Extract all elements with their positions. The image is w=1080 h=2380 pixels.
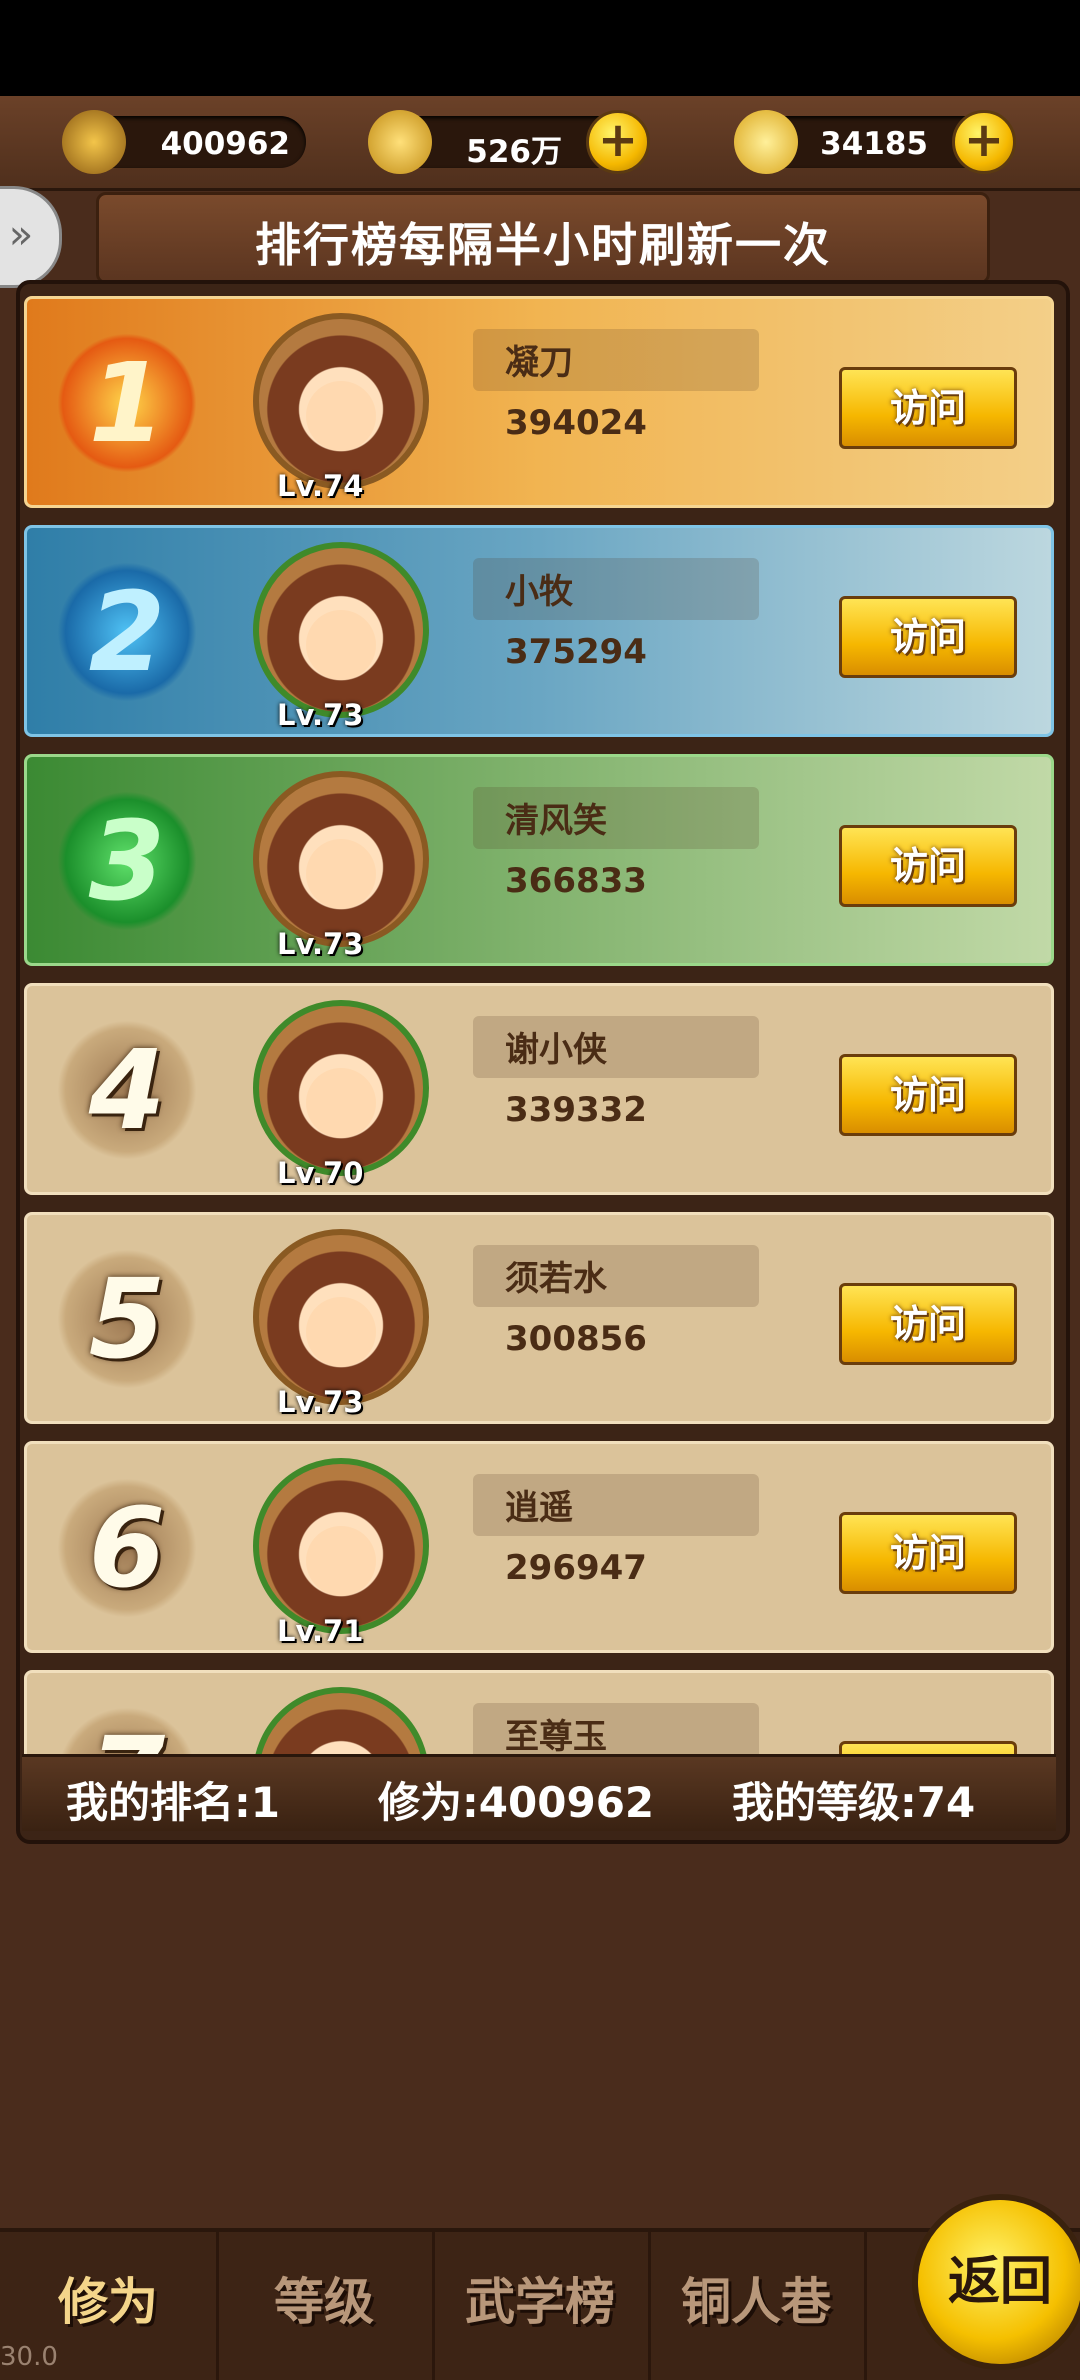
ranking-row-7: 7 至尊玉 访问 [24, 1670, 1054, 1754]
rank-badge: 5 [57, 1249, 197, 1389]
avatar[interactable] [253, 313, 429, 489]
rank-badge: 6 [57, 1478, 197, 1618]
coin-value: 526万 [466, 134, 562, 170]
player-name: 凝刀 [505, 343, 573, 383]
sword-icon [62, 110, 126, 174]
ranking-row-1: 1 Lv.74 凝刀 394024 访问 [24, 296, 1054, 508]
page-title: 排行榜每隔半小时刷新一次 [255, 218, 831, 272]
rank-badge: 7 [57, 1707, 197, 1754]
player-level: Lv.74 [277, 469, 364, 503]
avatar[interactable] [253, 1000, 429, 1176]
tab-level[interactable]: 等级 [216, 2232, 435, 2380]
gold-counter: 34185 + [734, 110, 1016, 174]
my-cultivation: 修为:400962 [378, 1778, 655, 1827]
resource-bar: 400962 526万 + 34185 + [0, 96, 1080, 191]
ranking-row-5: 5 Lv.73 须若水 300856 访问 [24, 1212, 1054, 1424]
ranking-row-3: 3 Lv.73 清风笑 366833 访问 [24, 754, 1054, 966]
rank-badge: 3 [57, 791, 197, 931]
player-name: 至尊玉 [505, 1717, 607, 1754]
visit-button[interactable]: 访问 [839, 596, 1017, 678]
player-level: Lv.73 [277, 1385, 364, 1419]
player-level: Lv.73 [277, 698, 364, 732]
coin-counter: 526万 + [368, 110, 650, 174]
player-name: 须若水 [505, 1259, 607, 1299]
rank-badge: 4 [57, 1020, 197, 1160]
visit-button[interactable]: 访问 [839, 367, 1017, 449]
title-banner: 排行榜每隔半小时刷新一次 [96, 192, 990, 284]
tab-martial-arts[interactable]: 武学榜 [432, 2232, 651, 2380]
my-rank: 我的排名:1 [66, 1778, 281, 1827]
player-score: 366833 [505, 861, 647, 901]
fps-counter: 30.0 [0, 2342, 58, 2372]
player-name: 清风笑 [505, 801, 607, 841]
visit-button[interactable]: 访问 [839, 1283, 1017, 1365]
player-name: 谢小侠 [505, 1030, 607, 1070]
player-name: 逍遥 [505, 1488, 573, 1528]
player-name: 小牧 [505, 572, 573, 612]
visit-button[interactable]: 访问 [839, 1054, 1017, 1136]
return-button[interactable]: 返回 [912, 2194, 1080, 2370]
expand-arrow-icon[interactable]: » [0, 186, 62, 288]
avatar[interactable] [253, 1229, 429, 1405]
status-bar [0, 0, 1080, 96]
avatar[interactable] [253, 542, 429, 718]
player-level: Lv.73 [277, 927, 364, 961]
avatar[interactable] [253, 1458, 429, 1634]
player-level: Lv.71 [277, 1614, 364, 1648]
rank-badge: 2 [57, 562, 197, 702]
player-score: 296947 [505, 1548, 647, 1588]
add-coins-button[interactable]: + [586, 110, 650, 174]
player-score: 339332 [505, 1090, 647, 1130]
tab-bronze-alley[interactable]: 铜人巷 [648, 2232, 867, 2380]
power-counter: 400962 [62, 110, 306, 174]
player-level: Lv.70 [277, 1156, 364, 1190]
ranking-row-2: 2 Lv.73 小牧 375294 访问 [24, 525, 1054, 737]
rank-badge: 1 [57, 333, 197, 473]
avatar[interactable] [253, 1687, 429, 1754]
ranking-list[interactable]: 1 Lv.74 凝刀 394024 访问 2 Lv.73 小牧 375294 访… [24, 296, 1056, 1754]
visit-button[interactable]: 访问 [839, 1741, 1017, 1754]
gold-value: 34185 [820, 126, 928, 162]
ranking-row-6: 6 Lv.71 逍遥 296947 访问 [24, 1441, 1054, 1653]
avatar[interactable] [253, 771, 429, 947]
ranking-row-4: 4 Lv.70 谢小侠 339332 访问 [24, 983, 1054, 1195]
power-value: 400962 [160, 126, 290, 162]
player-score: 375294 [505, 632, 647, 672]
coin-icon [368, 110, 432, 174]
add-gold-button[interactable]: + [952, 110, 1016, 174]
visit-button[interactable]: 访问 [839, 1512, 1017, 1594]
visit-button[interactable]: 访问 [839, 825, 1017, 907]
player-score: 300856 [505, 1319, 647, 1359]
player-score: 394024 [505, 403, 647, 443]
gold-ingot-icon [734, 110, 798, 174]
my-level: 我的等级:74 [732, 1778, 976, 1827]
my-ranking-bar: 我的排名:1 修为:400962 我的等级:74 [22, 1754, 1056, 1831]
